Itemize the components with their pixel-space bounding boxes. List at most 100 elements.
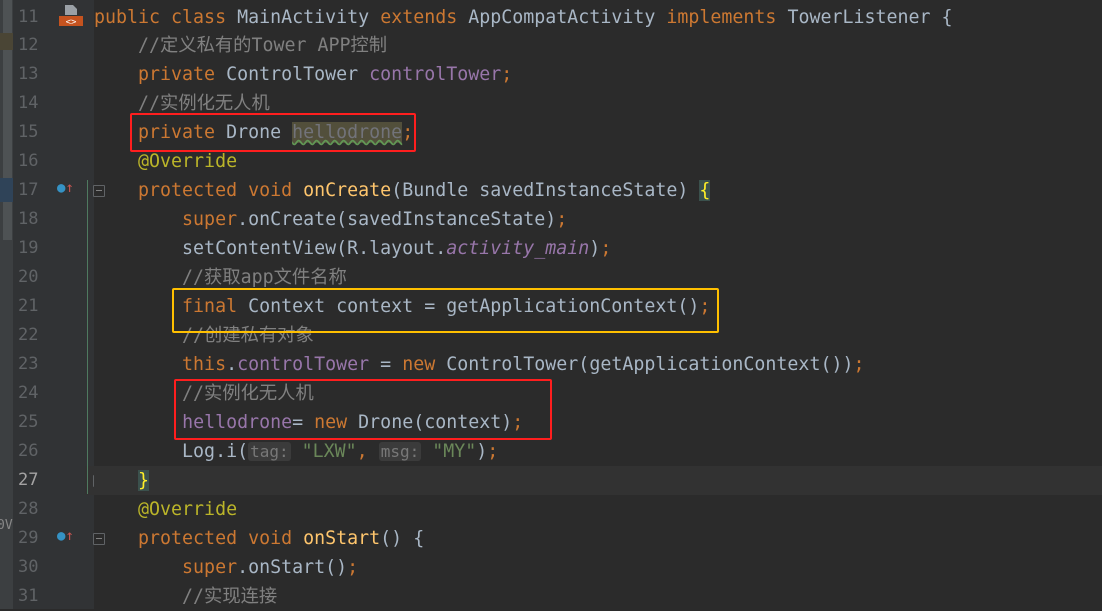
code-token: ControlTower(getApplicationContext()) [446,353,854,375]
code-token: ; [402,122,414,144]
code-line[interactable]: private ControlTower controlTower; [94,60,1102,89]
code-token: hellodrone [292,122,403,144]
code-line[interactable]: //实现连接 [94,582,1102,611]
code-token: this [94,353,227,375]
line-number: 14 [18,93,39,114]
code-token: activity_main [446,238,590,260]
code-token: //创建私有对象 [94,324,314,346]
code-line[interactable]: //实例化无人机 [94,89,1102,118]
code-token: //实现连接 [94,585,278,607]
changed-lines-marker [87,180,88,494]
code-token: msg: [378,441,422,461]
code-token: ) [476,440,488,462]
code-token: ; [556,209,568,231]
line-number: 31 [18,585,39,606]
line-number: 19 [18,238,39,259]
code-line[interactable]: protected void onStart() { [94,524,1102,553]
code-token: ; [699,296,711,317]
code-token: "MY" [432,440,477,462]
code-line[interactable]: super.onCreate(savedInstanceState); [94,205,1102,234]
line-number: 24 [18,382,39,403]
line-number: 13 [18,64,39,85]
line-number: 11 [18,6,39,27]
code-token: TowerListener { [787,6,953,28]
code-line[interactable]: setContentView(R.layout.activity_main); [94,234,1102,263]
left-tool-strip: 0V [0,0,13,609]
code-token: ; [347,556,359,578]
code-token: protected void [94,527,304,549]
bookmark-marker [0,33,13,50]
code-area[interactable]: public class MainActivity extends AppCom… [94,0,1102,609]
code-token: ; [512,411,524,433]
code-token: Drone(context) [358,411,513,433]
code-line[interactable]: Log.i(tag: "LXW", msg: "MY"); [94,437,1102,466]
code-line[interactable]: public class MainActivity extends AppCom… [94,3,1102,32]
code-token: setContentView(R.layout. [94,238,447,260]
code-token: onStart [303,527,381,549]
code-line[interactable]: } [94,465,1102,495]
line-number: 26 [18,440,39,461]
code-line[interactable]: final Context context = getApplicationCo… [94,292,1102,321]
code-token: //实例化无人机 [94,93,270,115]
code-line[interactable]: @Override [94,147,1102,176]
code-line[interactable]: @Override [94,495,1102,524]
code-line[interactable]: protected void onCreate(Bundle savedInst… [94,176,1102,205]
line-number: 25 [18,411,39,432]
svg-text:<>: <> [66,18,77,28]
code-token: protected void [94,180,304,202]
code-token: = [369,353,403,375]
code-token: MainActivity [237,6,381,28]
class-file-icon[interactable]: <> [59,5,83,28]
line-number: 20 [18,267,39,288]
line-number: 12 [18,35,39,56]
line-number: 28 [18,498,39,519]
selection-marker [0,178,13,202]
code-line[interactable]: this.controlTower = new ControlTower(get… [94,350,1102,379]
line-number: 16 [18,151,39,172]
code-token: , [356,440,379,462]
code-token: //实例化无人机 [94,382,314,404]
code-token: ; [487,440,499,462]
side-label: 0V [0,518,13,533]
code-token: tag: [248,441,291,461]
code-token: hellodrone [182,411,293,433]
code-token: .onCreate(savedInstanceState) [237,209,557,231]
line-number: 15 [18,122,39,143]
line-number: 22 [18,324,39,345]
code-token: Log.i( [94,440,249,462]
code-token: controlTower [237,353,370,375]
code-token: new [314,411,359,433]
code-token: } [138,469,150,491]
code-line[interactable]: //定义私有的Tower APP控制 [94,31,1102,60]
code-token: new [402,353,447,375]
code-token: @Override [94,498,238,520]
line-number: 29 [18,527,39,548]
code-token: () { [380,527,425,549]
code-token: controlTower [369,64,502,86]
line-number: 27 [18,469,39,490]
code-token: (Bundle savedInstanceState) [391,180,700,202]
code-token: Drone [226,122,293,144]
code-line[interactable]: //实例化无人机 [94,379,1102,408]
code-line[interactable]: hellodrone= new Drone(context); [94,408,1102,437]
code-token: public class [94,6,238,28]
code-token: . [226,353,238,375]
code-line[interactable]: super.onStart(); [94,553,1102,582]
code-line[interactable]: //获取app文件名称 [94,263,1102,292]
code-line[interactable]: //创建私有对象 [94,321,1102,350]
code-token: ; [600,238,612,260]
override-method-icon[interactable]: ●↑ [57,180,74,196]
line-number: 23 [18,353,39,374]
code-token: private [94,64,227,86]
code-token: //获取app文件名称 [94,267,347,289]
code-line[interactable]: private Drone hellodrone; [94,118,1102,147]
code-token: onCreate [303,180,392,202]
code-token: AppCompatActivity [468,6,667,28]
code-token: final [94,296,249,317]
override-method-icon[interactable]: ●↑ [57,528,74,544]
code-token: "LXW" [301,440,357,462]
